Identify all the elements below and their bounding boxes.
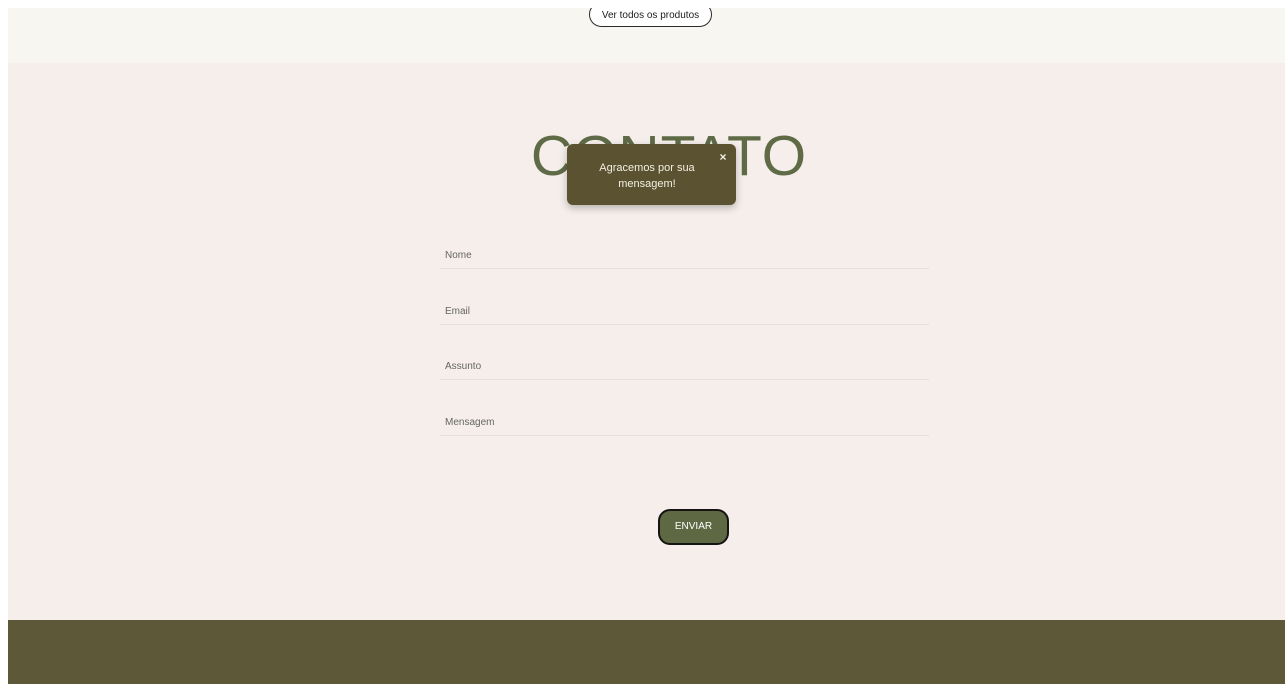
email-field-label: Email: [445, 306, 471, 317]
subject-field[interactable]: Assunto: [440, 359, 929, 380]
thank-you-toast: Agracemos por sua mensagem! ×: [567, 144, 736, 205]
products-section: Ver todos os produtos: [8, 8, 1285, 63]
toast-message: Agracemos por sua mensagem!: [599, 162, 695, 190]
message-field[interactable]: Mensagem: [440, 415, 929, 436]
subject-field-label: Assunto: [445, 361, 482, 372]
message-field-label: Mensagem: [445, 417, 495, 428]
view-all-products-button[interactable]: Ver todos os produtos: [589, 8, 712, 27]
page: Ver todos os produtos CONTATO Nome Email…: [8, 8, 1285, 684]
name-field[interactable]: Nome: [440, 248, 929, 269]
submit-button[interactable]: ENVIAR: [658, 509, 729, 545]
name-field-label: Nome: [445, 250, 472, 261]
close-icon[interactable]: ×: [717, 150, 729, 164]
email-field[interactable]: Email: [440, 304, 929, 325]
footer: [8, 620, 1285, 684]
